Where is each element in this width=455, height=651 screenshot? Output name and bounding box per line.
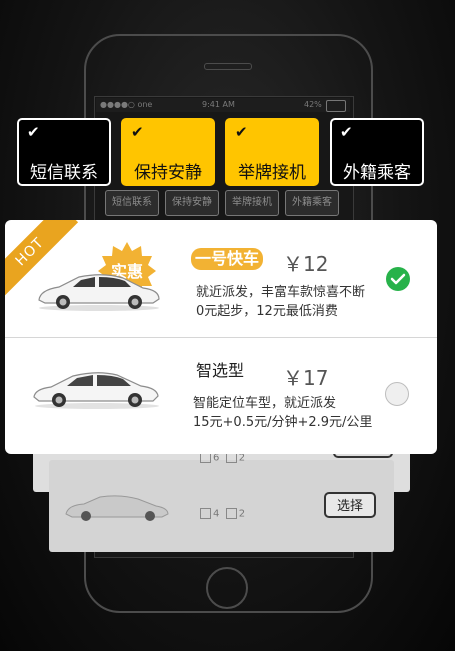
signal-indicator: ●●●●○ one bbox=[100, 100, 153, 109]
car-name: 一号快车 bbox=[191, 248, 264, 270]
car-price: ￥17 bbox=[283, 366, 329, 390]
seat-icon bbox=[200, 508, 211, 519]
car-name: 智选型 bbox=[196, 361, 245, 380]
car-desc-line2: 15元+0.5元/分钟+2.9元/公里 bbox=[193, 415, 373, 430]
battery-level: 42% bbox=[304, 100, 322, 109]
car-image bbox=[65, 495, 169, 521]
row1-seats: 6 bbox=[213, 452, 220, 464]
status-bar: ●●●●○ one 9:41 AM 42% bbox=[96, 98, 350, 112]
service-option-label: 短信联系 bbox=[30, 163, 98, 183]
phone-chip-sign[interactable]: 举牌接机 bbox=[225, 190, 279, 216]
row2-luggage: 2 bbox=[238, 508, 246, 520]
car-description: 智能定位车型，就近派发 15元+0.5元/分钟+2.9元/公里 bbox=[193, 394, 372, 432]
phone-chip-foreign[interactable]: 外籍乘客 bbox=[285, 190, 339, 216]
car-desc-line2: 0元起步，12元最低消费 bbox=[196, 304, 338, 319]
service-option-sign[interactable]: ✔ 举牌接机 bbox=[225, 118, 319, 186]
check-icon: ✔ bbox=[340, 123, 353, 141]
select-button[interactable]: 选择 bbox=[324, 492, 376, 518]
car-description: 就近派发，丰富车款惊喜不断 0元起步，12元最低消费 bbox=[196, 283, 365, 321]
phone-service-options: 短信联系 保持安静 举牌接机 外籍乘客 bbox=[105, 190, 339, 216]
radio-unchecked-icon[interactable] bbox=[385, 382, 409, 406]
service-option-label: 保持安静 bbox=[134, 163, 202, 183]
car-selection-card: HOT 实惠 一号快车 ￥12 就近派发，丰富车款惊喜不断 0元起步，12元最低… bbox=[5, 220, 437, 454]
car-image bbox=[33, 372, 159, 409]
car-desc-line1: 就近派发，丰富车款惊喜不断 bbox=[196, 285, 366, 300]
row1-luggage: 2 bbox=[238, 452, 246, 464]
check-icon: ✔ bbox=[131, 123, 144, 141]
check-circle-icon[interactable] bbox=[386, 267, 410, 291]
car-price: ￥12 bbox=[283, 252, 329, 276]
phone-chip-sms[interactable]: 短信联系 bbox=[105, 190, 159, 216]
divider bbox=[5, 337, 437, 338]
row2-seats: 4 bbox=[213, 508, 220, 520]
service-option-quiet[interactable]: ✔ 保持安静 bbox=[121, 118, 215, 186]
status-time: 9:41 AM bbox=[202, 100, 235, 109]
car-desc-line1: 智能定位车型，就近派发 bbox=[193, 396, 337, 411]
service-option-label: 外籍乘客 bbox=[343, 163, 411, 183]
service-option-sms[interactable]: ✔ 短信联系 bbox=[17, 118, 111, 186]
service-option-foreign[interactable]: ✔ 外籍乘客 bbox=[330, 118, 424, 186]
phone-chip-quiet[interactable]: 保持安静 bbox=[165, 190, 219, 216]
check-icon: ✔ bbox=[235, 123, 248, 141]
battery-icon bbox=[326, 100, 346, 112]
home-button bbox=[206, 567, 248, 609]
service-option-label: 举牌接机 bbox=[238, 163, 306, 183]
check-icon: ✔ bbox=[27, 123, 40, 141]
row2-capacity: 4 2 bbox=[200, 508, 245, 520]
luggage-icon bbox=[225, 508, 237, 519]
phone-speaker bbox=[204, 63, 252, 70]
car-image bbox=[38, 274, 160, 311]
